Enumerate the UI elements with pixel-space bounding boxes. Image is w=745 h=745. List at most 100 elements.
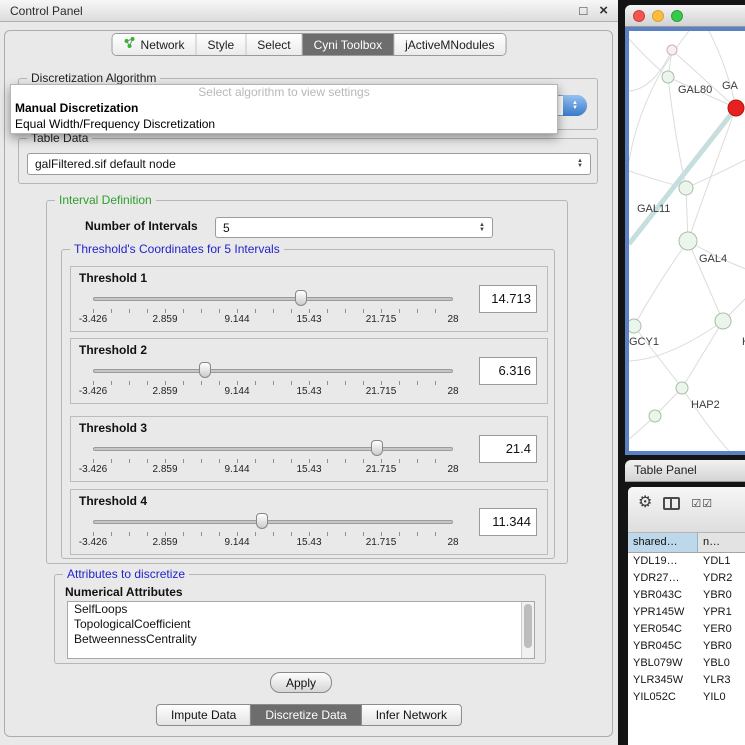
table-row[interactable]: YBL079WYBL0 bbox=[628, 655, 745, 672]
combo-stepper-icon: ▲▼ bbox=[563, 95, 587, 116]
algorithm-options: Manual DiscretizationEqual Width/Frequen… bbox=[11, 100, 557, 132]
float-window-icon[interactable]: □ bbox=[579, 3, 587, 18]
threshold-label: Threshold 3 bbox=[79, 421, 147, 435]
scrollbar[interactable] bbox=[521, 602, 534, 658]
table-cell: YLR3 bbox=[698, 672, 745, 689]
table-panel-titlebar[interactable]: Table Panel bbox=[625, 460, 745, 482]
slider-ticks bbox=[93, 381, 453, 385]
list-item[interactable]: BetweennessCentrality bbox=[68, 632, 534, 647]
table-cell: YPR1 bbox=[698, 604, 745, 621]
slider-ticks bbox=[93, 309, 453, 313]
tab-jactivemnodules[interactable]: jActiveMNodules bbox=[394, 34, 505, 55]
tab-network[interactable]: Network bbox=[113, 34, 197, 55]
threshold-label: Threshold 4 bbox=[79, 494, 147, 508]
num-intervals-combobox[interactable]: 5 ▲▼ bbox=[215, 217, 493, 238]
apply-button[interactable]: Apply bbox=[270, 672, 332, 693]
slider-handle[interactable] bbox=[371, 440, 383, 456]
threshold-slider[interactable] bbox=[93, 361, 453, 379]
table-row[interactable]: YPR145WYPR1 bbox=[628, 604, 745, 621]
control-panel-title: Control Panel bbox=[10, 4, 83, 18]
network-titlebar[interactable] bbox=[625, 5, 745, 27]
zoom-traffic-light-icon[interactable] bbox=[671, 10, 683, 22]
slider-ticks bbox=[93, 459, 453, 463]
network-node[interactable] bbox=[667, 45, 677, 55]
table-row[interactable]: YBR043CYBR0 bbox=[628, 587, 745, 604]
tab-cyni-toolbox[interactable]: Cyni Toolbox bbox=[303, 34, 394, 55]
tab-select[interactable]: Select bbox=[246, 34, 302, 55]
table-cell: YBR0 bbox=[698, 638, 745, 655]
network-graph: GAL80GAGAL11GAL4GCY1HHAP2 bbox=[629, 31, 745, 451]
threshold-slider[interactable] bbox=[93, 512, 453, 530]
column-header-shared-name[interactable]: shared… bbox=[628, 533, 698, 552]
attributes-group-label: Attributes to discretize bbox=[63, 567, 189, 581]
columns-icon[interactable] bbox=[663, 497, 680, 510]
slider-tick-labels: -3.4262.8599.14415.4321.71528 bbox=[93, 464, 453, 475]
scrollbar-thumb[interactable] bbox=[524, 604, 532, 648]
list-item[interactable]: SelfLoops bbox=[68, 602, 534, 617]
table-row[interactable]: YBR045CYBR0 bbox=[628, 638, 745, 655]
network-node[interactable] bbox=[629, 319, 641, 333]
table-cell: YDR27… bbox=[628, 570, 698, 587]
node-label: GA bbox=[722, 80, 739, 92]
slider-handle[interactable] bbox=[295, 290, 307, 306]
threshold-slider[interactable] bbox=[93, 439, 453, 457]
select-columns-icon[interactable]: ☑☑ bbox=[691, 497, 713, 510]
table-cell: YER0 bbox=[698, 621, 745, 638]
network-node[interactable] bbox=[679, 232, 697, 250]
table-row[interactable]: YDL19…YDL1 bbox=[628, 553, 745, 570]
column-header-name[interactable]: n… bbox=[698, 533, 745, 552]
interval-definition-group: Interval Definition Number of Intervals … bbox=[46, 200, 568, 564]
network-node[interactable] bbox=[676, 382, 688, 394]
minimize-traffic-light-icon[interactable] bbox=[652, 10, 664, 22]
table-row[interactable]: YDR27…YDR2 bbox=[628, 570, 745, 587]
tab-impute-data[interactable]: Impute Data bbox=[156, 704, 251, 726]
network-node[interactable] bbox=[662, 71, 674, 83]
network-window: GAL80GAGAL11GAL4GCY1HHAP2 bbox=[625, 5, 745, 455]
threshold-box: Threshold 4-3.4262.8599.14415.4321.71528… bbox=[70, 489, 548, 555]
threshold-value-field[interactable]: 21.4 bbox=[479, 435, 537, 463]
table-row[interactable]: YLR345WYLR3 bbox=[628, 672, 745, 689]
algorithm-option[interactable]: Manual Discretization bbox=[11, 100, 557, 116]
table-toolbar: ⚙ ☑☑ bbox=[628, 487, 745, 533]
tab-infer-network[interactable]: Infer Network bbox=[361, 704, 462, 726]
settings-gear-icon[interactable]: ⚙ bbox=[638, 495, 652, 511]
network-node[interactable] bbox=[679, 181, 693, 195]
combo-arrows-icon: ▲▼ bbox=[577, 159, 583, 169]
close-icon[interactable]: × bbox=[599, 4, 608, 17]
threshold-value-field[interactable]: 6.316 bbox=[479, 357, 537, 385]
control-panel-titlebar[interactable]: Control Panel □ × bbox=[0, 0, 618, 22]
discretization-algorithm-label: Discretization Algorithm bbox=[27, 71, 160, 85]
node-label: GAL4 bbox=[699, 253, 727, 265]
slider-tick-labels: -3.4262.8599.14415.4321.71528 bbox=[93, 386, 453, 397]
slider-handle[interactable] bbox=[256, 513, 268, 529]
algorithm-option[interactable]: Equal Width/Frequency Discretization bbox=[11, 116, 557, 132]
interval-definition-label: Interval Definition bbox=[55, 193, 156, 207]
table-cell: YBL0 bbox=[698, 655, 745, 672]
table-cell: YDL19… bbox=[628, 553, 698, 570]
table-row[interactable]: YER054CYER0 bbox=[628, 621, 745, 638]
list-item[interactable]: TopologicalCoefficient bbox=[68, 617, 534, 632]
attributes-list[interactable]: SelfLoopsTopologicalCoefficientBetweenne… bbox=[67, 601, 535, 659]
close-traffic-light-icon[interactable] bbox=[633, 10, 645, 22]
table-cell: YDR2 bbox=[698, 570, 745, 587]
network-node[interactable] bbox=[649, 410, 661, 422]
node-label: GCY1 bbox=[629, 336, 659, 348]
thresholds-group-label: Threshold's Coordinates for 5 Intervals bbox=[70, 242, 284, 256]
slider-handle[interactable] bbox=[199, 362, 211, 378]
tab-discretize-data[interactable]: Discretize Data bbox=[250, 704, 361, 726]
network-canvas[interactable]: GAL80GAGAL11GAL4GCY1HHAP2 bbox=[625, 27, 745, 455]
node-label: HAP2 bbox=[691, 399, 720, 411]
table-row[interactable]: YIL052CYIL0 bbox=[628, 689, 745, 706]
threshold-value-field[interactable]: 14.713 bbox=[479, 285, 537, 313]
node-label: GAL11 bbox=[637, 203, 670, 215]
table-data-combobox[interactable]: galFiltered.sif default node ▲▼ bbox=[27, 153, 591, 175]
threshold-slider[interactable] bbox=[93, 289, 453, 307]
threshold-value-field[interactable]: 11.344 bbox=[479, 508, 537, 536]
table-cell: YER054C bbox=[628, 621, 698, 638]
tab-style[interactable]: Style bbox=[197, 34, 247, 55]
threshold-box: Threshold 2-3.4262.8599.14415.4321.71528… bbox=[70, 338, 548, 404]
network-node-selected[interactable] bbox=[728, 100, 744, 116]
threshold-label: Threshold 1 bbox=[79, 271, 147, 285]
numerical-attributes-label: Numerical Attributes bbox=[65, 585, 183, 599]
network-node[interactable] bbox=[715, 313, 731, 329]
